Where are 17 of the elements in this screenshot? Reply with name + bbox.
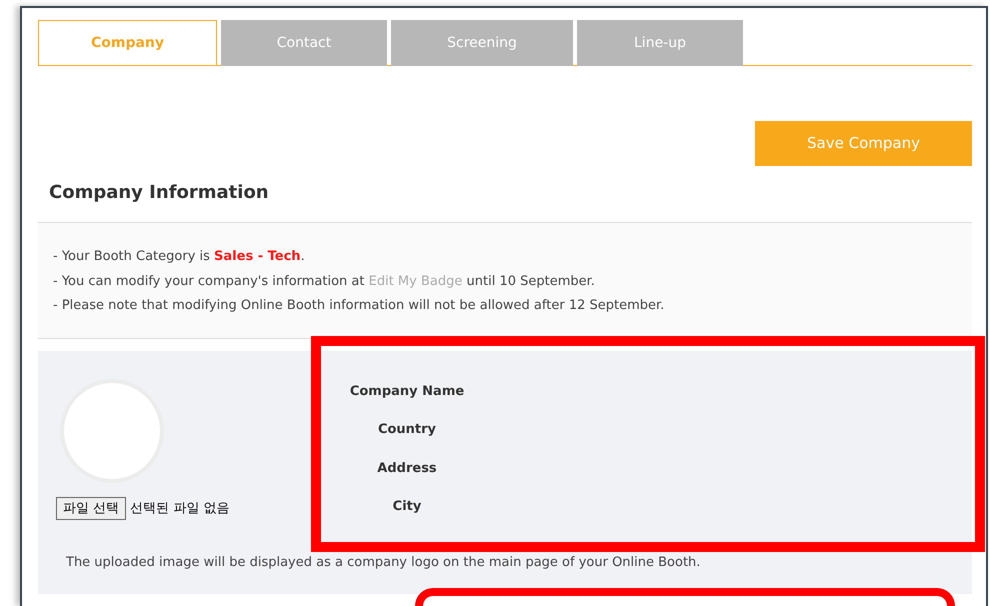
section-title: Company Information: [49, 181, 269, 205]
notice-line: - Please note that modifying Online Booth information will not be allowed after 12 September.: [53, 297, 664, 315]
file-status: 선택된 파일 없음: [130, 500, 230, 518]
field-label: City: [392, 498, 422, 516]
file-select-button[interactable]: 파일 선택: [56, 496, 126, 520]
save-button[interactable]: Save Company: [755, 121, 972, 166]
edit-badge-link[interactable]: Edit My Badge: [368, 274, 462, 288]
tab[interactable]: Screening: [391, 20, 573, 66]
tab[interactable]: Company: [38, 20, 217, 66]
logo-note: The uploaded image will be displayed as a company logo on the main page of your Online Booth.: [66, 554, 700, 572]
tab[interactable]: Contact: [221, 20, 387, 66]
notice-line: - Your Booth Category is Sales - Tech.: [53, 248, 305, 266]
field-label: Country: [378, 421, 436, 439]
field-label: Address: [377, 460, 437, 478]
field-label: Company Name: [350, 382, 464, 400]
tab[interactable]: Line-up: [577, 20, 743, 66]
notice-line: - You can modify your company's information at Edit My Badge until 10 September.: [53, 272, 595, 290]
